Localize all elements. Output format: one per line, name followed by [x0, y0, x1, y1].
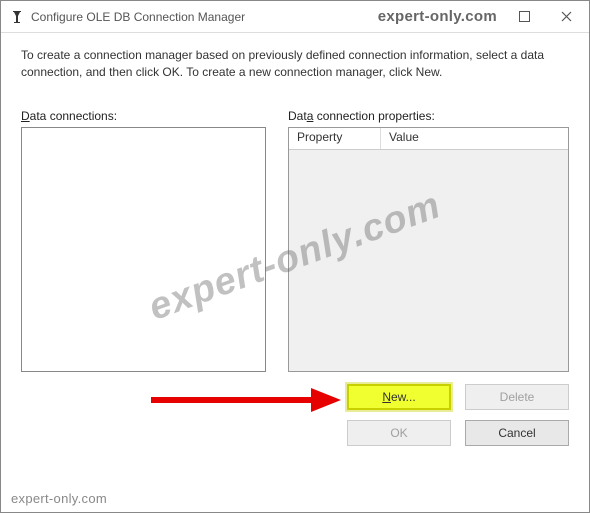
data-properties-label: Data connection properties: [288, 109, 569, 123]
data-connections-pane: Data connections: [21, 109, 266, 372]
instructions-text: To create a connection manager based on … [21, 47, 569, 81]
maximize-button[interactable] [503, 2, 545, 32]
properties-header: Property Value [289, 128, 568, 150]
delete-button: Delete [465, 384, 569, 410]
button-row-secondary: OK Cancel [21, 420, 569, 446]
ok-button: OK [347, 420, 451, 446]
column-property[interactable]: Property [289, 128, 381, 149]
app-icon [9, 9, 25, 25]
column-value[interactable]: Value [381, 128, 568, 149]
new-button[interactable]: New... [347, 384, 451, 410]
dialog-content: To create a connection manager based on … [1, 33, 589, 456]
panes-row: Data connections: Data connection proper… [21, 109, 569, 372]
properties-grid[interactable]: Property Value [288, 127, 569, 372]
titlebar: Configure OLE DB Connection Manager expe… [1, 1, 589, 33]
data-properties-pane: Data connection properties: Property Val… [288, 109, 569, 372]
data-connections-label: Data connections: [21, 109, 266, 123]
footer-brand: expert-only.com [11, 491, 107, 506]
red-arrow-annotation [151, 386, 341, 414]
button-row-primary: New... Delete [21, 384, 569, 410]
window-title: Configure OLE DB Connection Manager [31, 10, 378, 24]
titlebar-brand: expert-only.com [378, 8, 497, 25]
cancel-button[interactable]: Cancel [465, 420, 569, 446]
close-button[interactable] [545, 2, 587, 32]
data-connections-listbox[interactable] [21, 127, 266, 372]
